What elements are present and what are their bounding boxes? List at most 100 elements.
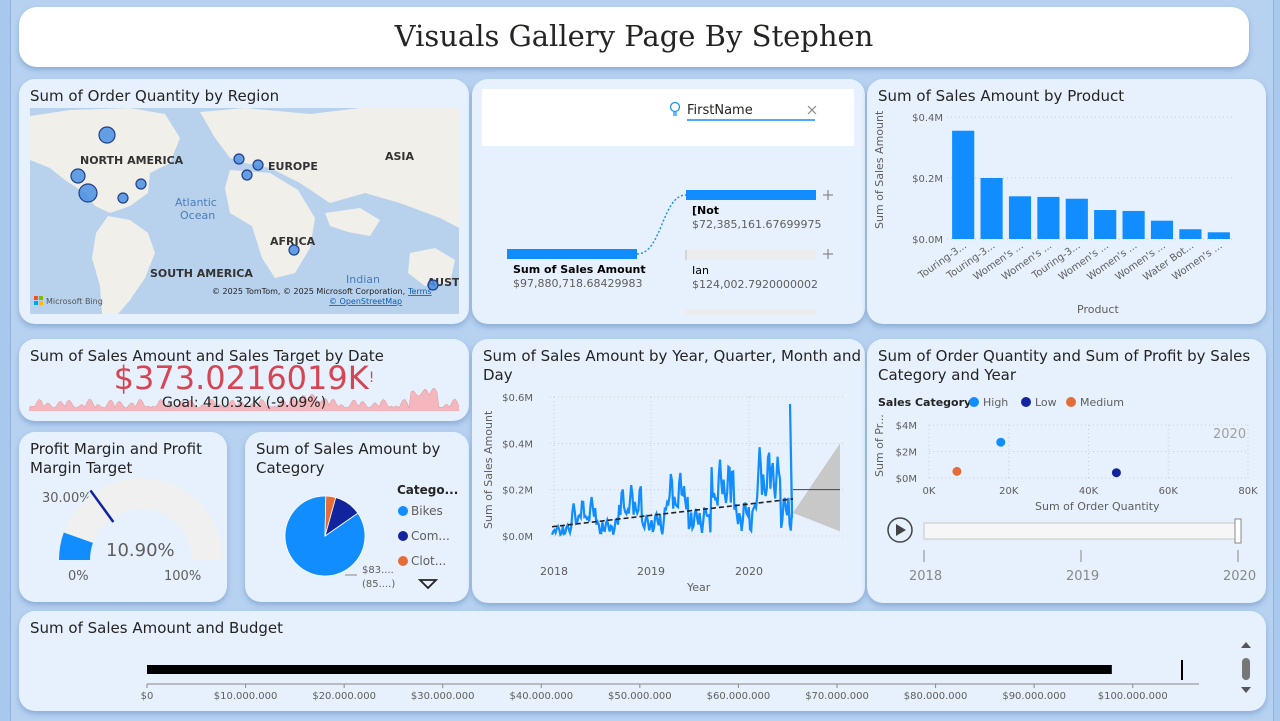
scatter-y-tick: $4M (896, 421, 917, 432)
budget-x-tick: $90.000.000 (1002, 691, 1066, 702)
product-bar[interactable] (1207, 232, 1230, 239)
kpi-card[interactable]: Sum of Sales Amount and Sales Target by … (19, 339, 469, 421)
scatter-legend-title: Sales Category (878, 396, 971, 409)
scatter-legend-marker (1021, 397, 1031, 407)
trend-x-tick: 2018 (540, 565, 568, 578)
map-bubble[interactable] (233, 153, 245, 165)
map-visual[interactable]: NORTH AMERICA EUROPE ASIA Atlantic Ocean… (30, 108, 459, 314)
budget-value-bar[interactable] (147, 665, 1112, 674)
gauge-chart[interactable]: 30.00% 10.90% 0% 100% (19, 432, 227, 602)
product-y-axis-title: Sum of Sales Amount (873, 110, 886, 229)
child-node-bar[interactable] (686, 190, 816, 200)
product-bar[interactable] (1179, 229, 1202, 239)
sales-trend-chart[interactable]: Sum of Sales Amount Year $0.0M $0.2M $0.4M… (472, 339, 865, 603)
scroll-down-icon[interactable] (1241, 687, 1251, 693)
scatter-chart[interactable]: Sales Category 2020 Sum of Pr... Sum of … (867, 339, 1266, 603)
scatter-legend-marker (969, 397, 979, 407)
trend-sales-line[interactable] (550, 403, 794, 537)
child-node-value: $72,385,161.67699975 (692, 218, 821, 231)
decomposition-tree[interactable]: FirstName Sum of Sales Amount $97,880,71… (472, 79, 865, 324)
product-bar-card[interactable]: Sum of Sales Amount by Product Sum of Sa… (867, 79, 1266, 324)
child-node-value: $124,002.7920000002 (692, 278, 818, 291)
sales-trend-card[interactable]: Sum of Sales Amount by Year, Quarter, Mo… (472, 339, 865, 603)
scrollbar[interactable] (1241, 642, 1251, 693)
map-label-indian: Indian (346, 273, 380, 286)
scatter-point[interactable] (1111, 468, 1121, 478)
scatter-legend-marker (1066, 397, 1076, 407)
scrollbar-thumb[interactable] (1242, 658, 1250, 680)
budget-x-tick: $30.000.000 (411, 691, 475, 702)
budget-bullet-chart[interactable]: $0 $10.000.000 $20.000.000 $30.000.000 $40.0… (19, 611, 1266, 711)
product-bar[interactable] (1094, 210, 1117, 239)
child-node-bar[interactable] (686, 250, 816, 260)
map-terms-link[interactable]: Terms (407, 287, 432, 296)
gauge-card[interactable]: Profit Margin and Profit Margin Target 3… (19, 432, 227, 602)
root-node-bar[interactable] (507, 249, 637, 259)
map-osm-link[interactable]: © OpenStreetMap (329, 297, 402, 306)
category-pie-card[interactable]: Sum of Sales Amount by Category Catego..… (245, 432, 469, 602)
page-title: Visuals Gallery Page By Stephen (394, 19, 874, 53)
map-bubble[interactable] (252, 159, 264, 171)
root-node-value: $97,880,718.68429983 (513, 277, 642, 290)
trend-y-tick: $0.2M (502, 486, 533, 497)
trend-forecast-band (793, 443, 840, 532)
product-bar[interactable] (952, 130, 975, 239)
root-node-label: Sum of Sales Amount (513, 263, 646, 276)
gauge-min-label: 0% (68, 569, 89, 584)
pie-legend-marker (398, 531, 408, 541)
map-bubble[interactable] (288, 244, 300, 256)
trend-x-tick: 2020 (735, 565, 763, 578)
map-label-europe: EUROPE (268, 160, 318, 173)
product-bar[interactable] (1037, 196, 1060, 239)
lightbulb-icon (669, 101, 681, 116)
map-attribution: © 2025 TomTom, © 2025 Microsoft Corporat… (212, 287, 405, 296)
pie-legend-marker (398, 556, 408, 566)
map-bubble[interactable] (78, 183, 98, 203)
product-bar-chart[interactable]: Sum of Sales Amount Product $0.0M $0.2M $0… (867, 79, 1266, 324)
map-bubble[interactable] (135, 178, 147, 190)
map-bubble[interactable] (241, 169, 253, 181)
play-axis-tick: 2020 (1223, 569, 1256, 584)
scatter-x-tick: 0K (923, 486, 936, 497)
play-button[interactable] (887, 517, 913, 543)
bing-logo: Microsoft Bing (46, 297, 103, 306)
clear-search-icon[interactable] (807, 105, 817, 115)
scatter-y-tick: $2M (896, 448, 917, 459)
play-axis-track[interactable] (923, 522, 1241, 540)
scatter-point[interactable] (952, 466, 962, 476)
budget-x-tick: $50.000.000 (608, 691, 672, 702)
product-y-tick: $0.4M (912, 113, 943, 124)
scatter-card[interactable]: Sum of Order Quantity and Sum of Profit … (867, 339, 1266, 603)
expand-plus-icon[interactable] (823, 190, 833, 200)
map-card[interactable]: Sum of Order Quantity by Region NORTH AM… (19, 79, 469, 324)
play-axis-tick: 2018 (909, 569, 942, 584)
map-bubble[interactable] (98, 126, 116, 144)
product-bar[interactable] (1122, 210, 1145, 239)
trend-y-tick: $0.4M (502, 439, 533, 450)
category-pie-chart[interactable]: Catego... $83.... (85....) Bikes Com... Cl… (245, 432, 469, 602)
scatter-x-tick: 40K (1079, 486, 1099, 497)
decomposition-tree-card[interactable]: FirstName Sum of Sales Amount $97,880,71… (472, 79, 865, 324)
map-label-atlantic-1: Atlantic (175, 196, 217, 209)
trend-x-tick: 2019 (637, 565, 665, 578)
product-bar[interactable] (1150, 220, 1174, 239)
trend-x-axis-title: Year (686, 581, 711, 594)
scatter-point[interactable] (996, 437, 1006, 447)
map-bubble[interactable] (70, 168, 86, 184)
budget-x-tick: $80.000.000 (904, 691, 968, 702)
expand-plus-icon[interactable] (823, 249, 833, 259)
map-bubble[interactable] (117, 192, 129, 204)
play-axis-handle[interactable] (1234, 518, 1242, 544)
product-bar[interactable] (1008, 196, 1032, 239)
scatter-x-axis-title: Sum of Order Quantity (1035, 500, 1160, 513)
product-bar[interactable] (1065, 198, 1088, 239)
scatter-x-tick: 60K (1159, 486, 1179, 497)
product-bar[interactable] (980, 178, 1003, 239)
kpi-value: $373.0216019K (113, 359, 369, 397)
budget-card[interactable]: Sum of Sales Amount and Budget $0 $10.000… (19, 611, 1266, 711)
product-y-tick: $0.0M (912, 235, 943, 246)
scatter-x-tick: 20K (999, 486, 1019, 497)
scroll-up-icon[interactable] (1241, 642, 1251, 648)
legend-scroll-down-icon[interactable] (417, 579, 439, 590)
field-search-input[interactable]: FirstName (687, 103, 753, 118)
